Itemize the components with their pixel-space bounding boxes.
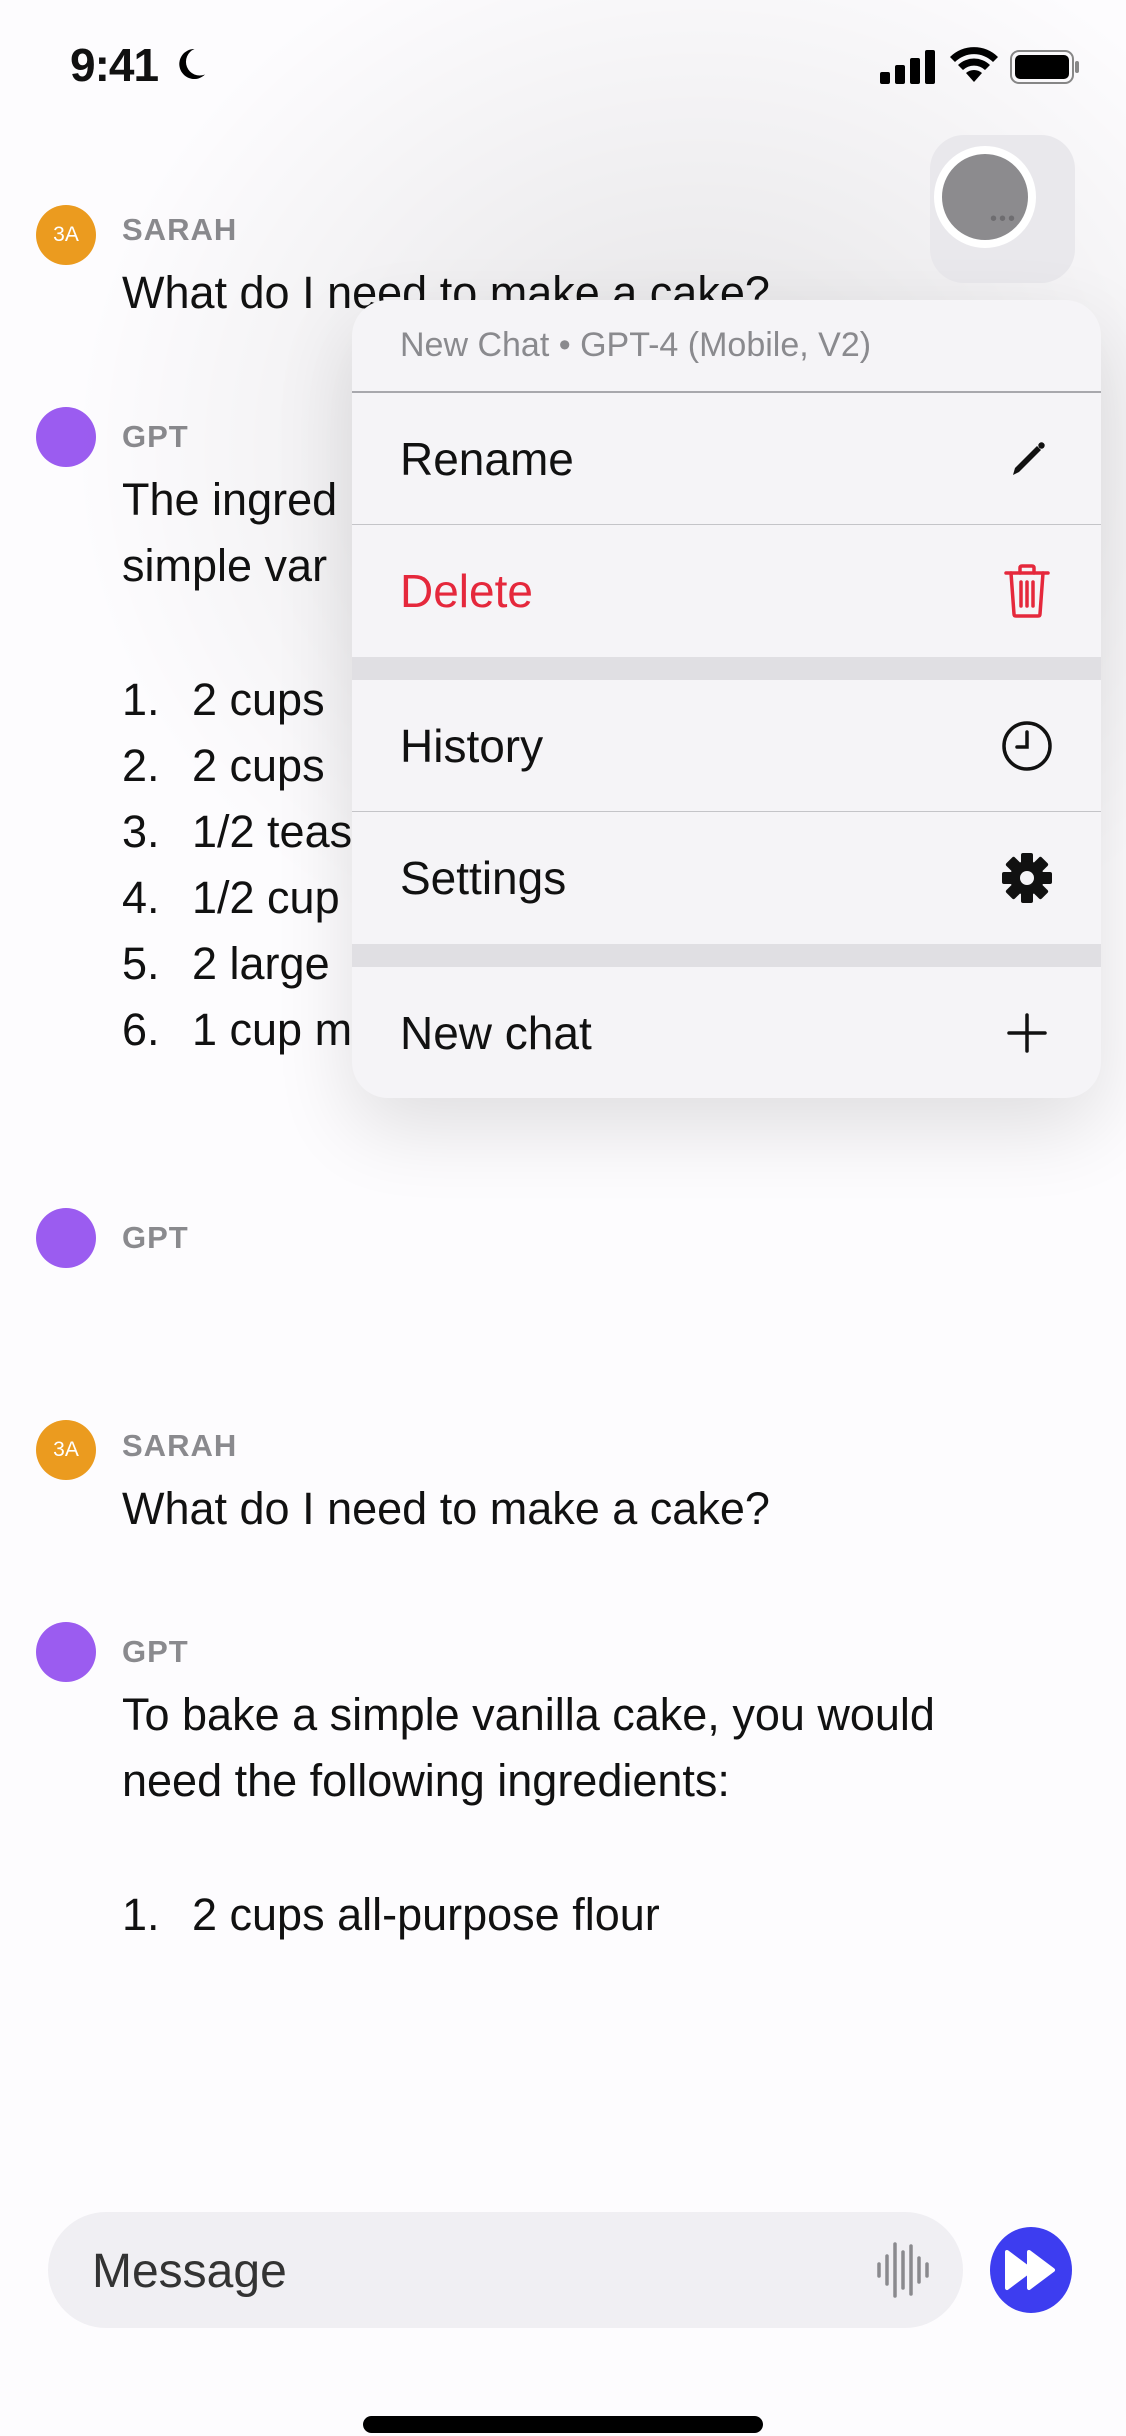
cellular-signal-icon [880,50,935,84]
gpt-avatar [36,407,96,467]
context-menu: New Chat • GPT-4 (Mobile, V2) Rename Del… [352,300,1101,1098]
sender-name: SARAH [122,212,238,247]
status-bar: 9:41 [0,0,1126,130]
battery-icon [1010,50,1079,84]
menu-header: New Chat • GPT-4 (Mobile, V2) [352,300,1101,393]
message-text: What do I need to make a cake? [122,1483,770,1534]
plus-icon [1001,1007,1053,1059]
message-line: need the following ingredients: [122,1755,730,1806]
waveform-icon[interactable] [875,2242,931,2298]
list-item: 1. 2 cups [122,674,325,725]
list-item: 4. 1/2 cup [122,872,340,923]
gpt-avatar [36,1208,96,1268]
menu-item-delete[interactable]: Delete [352,525,1101,657]
gear-icon [1001,852,1053,904]
gpt-avatar [36,1622,96,1682]
sender-name: GPT [122,1220,189,1255]
user-avatar: 3A [36,205,96,265]
list-item: 3. 1/2 teas [122,806,353,857]
menu-item-label: Settings [400,852,567,904]
menu-item-label: Rename [400,432,574,485]
trash-icon [1001,564,1053,618]
list-item: 1. 2 cups all-purpose flour [122,1889,660,1940]
home-indicator[interactable] [363,2416,763,2433]
menu-item-label: History [400,719,544,772]
list-item: 6. 1 cup m [122,1004,353,1055]
status-time: 9:41 [70,39,159,91]
ingredient-list: 1. 2 cups 2. 2 cups 3. 1/2 teas 4. 1/2 cup 5… [122,667,352,1063]
message-composer [48,2212,963,2330]
message-text: To bake a simple vanilla cake, you would… [122,1682,1062,1814]
wifi-icon [950,47,998,82]
menu-item-settings[interactable]: Settings [352,812,1101,944]
send-button[interactable] [990,2227,1072,2313]
menu-item-label: Delete [400,565,533,617]
menu-item-history[interactable]: History [352,680,1101,812]
menu-group-separator [352,944,1101,967]
sender-name: SARAH [122,1428,238,1463]
moon-icon [179,48,205,79]
clock-icon [1001,720,1053,772]
ingredient-list: 1. 2 cups all-purpose flour [122,1882,660,1948]
menu-group-separator [352,657,1101,680]
more-button[interactable]: ••• [934,146,1036,248]
fast-forward-icon [1005,2250,1055,2290]
menu-item-new-chat[interactable]: New chat [352,967,1101,1098]
ellipsis-icon: ••• [990,208,1018,230]
user-avatar: 3A [36,1420,96,1480]
list-item: 2. 2 cups [122,740,325,791]
list-item: 5. 2 large [122,938,330,989]
sender-name: GPT [122,1634,189,1669]
pencil-icon [1001,433,1053,485]
menu-item-label: New chat [400,1007,592,1059]
message-input[interactable] [90,2212,854,2330]
message-line: To bake a simple vanilla cake, you would [122,1689,935,1740]
sender-name: GPT [122,419,189,454]
menu-item-rename[interactable]: Rename [352,393,1101,525]
